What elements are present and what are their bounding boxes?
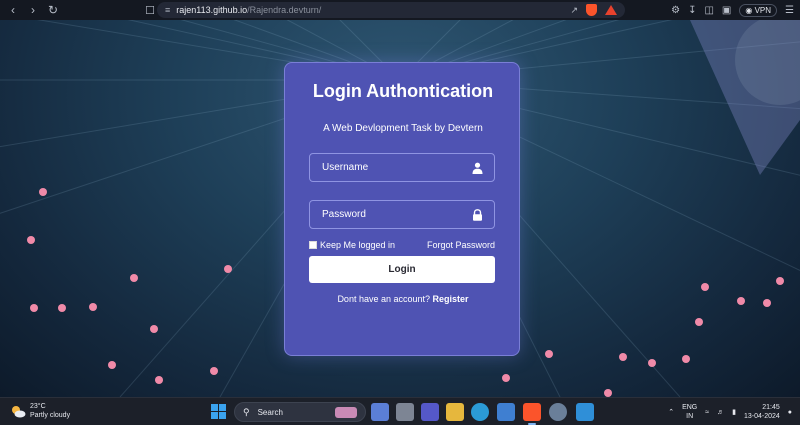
login-title: Login Authontication: [312, 81, 494, 101]
partly-cloudy-icon: [10, 404, 26, 418]
brave-shields-icon[interactable]: [586, 4, 597, 16]
lang-line1: ENG: [682, 404, 698, 411]
url-path: /Rajendra.devturn/: [247, 5, 322, 15]
remember-label: Keep Me logged in: [320, 240, 396, 250]
address-bar[interactable]: ≡ rajen113.github.io/Rajendra.devturn/ ↗: [157, 2, 625, 18]
lock-icon: [473, 209, 482, 221]
brave-rewards-icon[interactable]: [605, 5, 617, 15]
menu-icon[interactable]: ☰: [785, 5, 794, 16]
decor-dot: [701, 283, 709, 291]
store-app-icon[interactable]: [497, 403, 515, 421]
system-tray: ⌃ ENG IN ≈ ♬ ▮ 21:45 13-04-2024 ●: [668, 401, 792, 423]
password-input[interactable]: [322, 209, 462, 220]
decor-dot: [150, 325, 158, 333]
remember-row: Keep Me logged in Forgot Password: [309, 239, 495, 251]
taskbar-search[interactable]: ⚲ Search: [234, 402, 366, 422]
widgets-app-icon[interactable]: [371, 403, 389, 421]
no-account-text: Dont have an account?: [337, 294, 431, 304]
decor-dot: [604, 389, 612, 397]
search-label: Search: [257, 407, 283, 417]
forgot-password-link[interactable]: Forgot Password: [427, 240, 495, 250]
decor-dot: [58, 304, 66, 312]
task-view-icon[interactable]: [396, 403, 414, 421]
edge-browser-icon[interactable]: [471, 403, 489, 421]
user-icon: [472, 162, 483, 174]
reload-icon[interactable]: ↻: [43, 0, 63, 20]
username-field[interactable]: [309, 153, 495, 182]
decor-dot: [682, 355, 690, 363]
background-shape: [690, 20, 800, 175]
login-card: Login Authontication A Web Devlopment Ta…: [284, 62, 520, 356]
decor-dot: [648, 359, 656, 367]
decor-dot: [108, 361, 116, 369]
tray-overflow-icon[interactable]: ⌃: [668, 408, 674, 416]
decor-dot: [30, 304, 38, 312]
battery-icon[interactable]: ▮: [732, 408, 736, 416]
start-button[interactable]: [211, 404, 226, 419]
login-button[interactable]: Login: [309, 256, 495, 283]
wallet-icon[interactable]: ▣: [722, 5, 731, 16]
clock-date: 13-04-2024: [743, 413, 780, 420]
clock-time: 21:45: [762, 404, 780, 411]
decor-dot: [27, 236, 35, 244]
register-prompt: Dont have an account? Register: [285, 294, 521, 304]
download-icon[interactable]: ↧: [688, 5, 696, 16]
language-indicator[interactable]: ENG IN: [682, 403, 697, 421]
decor-dot: [776, 277, 784, 285]
wifi-icon[interactable]: ≈: [705, 409, 709, 416]
decor-dot: [737, 297, 745, 305]
share-icon[interactable]: ↗: [570, 5, 578, 16]
decor-dot: [763, 299, 771, 307]
search-highlight-icon: [335, 407, 357, 418]
site-info-icon[interactable]: ≡: [165, 5, 170, 15]
username-input[interactable]: [322, 162, 462, 173]
extensions-icon[interactable]: ⚙: [671, 5, 680, 16]
decor-dot: [619, 353, 627, 361]
url-host: rajen113.github.io: [176, 5, 248, 15]
decor-dot: [89, 303, 97, 311]
decor-dot: [545, 350, 553, 358]
weather-desc: Partly cloudy: [30, 412, 71, 419]
decor-dot: [39, 188, 47, 196]
browser-toolbar: ‹ › ↻ ☐ ≡ rajen113.github.io/Rajendra.de…: [0, 0, 800, 20]
search-icon: ⚲: [243, 406, 250, 417]
decor-dot: [155, 376, 163, 384]
settings-app-icon[interactable]: [549, 403, 567, 421]
weather-widget[interactable]: 23°C Partly cloudy: [10, 402, 70, 420]
vpn-button[interactable]: ◉ VPN: [739, 3, 778, 17]
vscode-app-icon[interactable]: [576, 403, 594, 421]
back-icon[interactable]: ‹: [3, 0, 23, 20]
decor-dot: [130, 274, 138, 282]
decor-dot: [210, 367, 218, 375]
password-field[interactable]: [309, 200, 495, 229]
sidebar-icon[interactable]: ◫: [704, 5, 713, 16]
remember-me[interactable]: Keep Me logged in: [309, 240, 395, 250]
file-explorer-icon[interactable]: [446, 403, 464, 421]
volume-icon[interactable]: ♬: [717, 409, 724, 416]
teams-app-icon[interactable]: [421, 403, 439, 421]
remember-checkbox[interactable]: [309, 241, 317, 249]
register-link[interactable]: Register: [433, 294, 469, 304]
decor-dot: [502, 374, 510, 382]
vpn-label: VPN: [754, 5, 772, 15]
weather-temp: 23°C: [30, 403, 46, 410]
clock[interactable]: 21:45 13-04-2024: [744, 403, 780, 421]
decor-dot: [695, 318, 703, 326]
lang-line2: IN: [686, 413, 694, 420]
page-background: Login Authontication A Web Devlopment Ta…: [0, 20, 800, 397]
taskbar: 23°C Partly cloudy ⚲ Search ⌃ ENG IN ≈ ♬…: [0, 397, 800, 425]
forward-icon[interactable]: ›: [23, 0, 43, 20]
brave-browser-icon[interactable]: [523, 403, 541, 425]
decor-dot: [224, 265, 232, 273]
login-subtitle: A Web Devlopment Task by Devtern: [323, 123, 483, 134]
notification-icon[interactable]: ●: [788, 409, 792, 416]
